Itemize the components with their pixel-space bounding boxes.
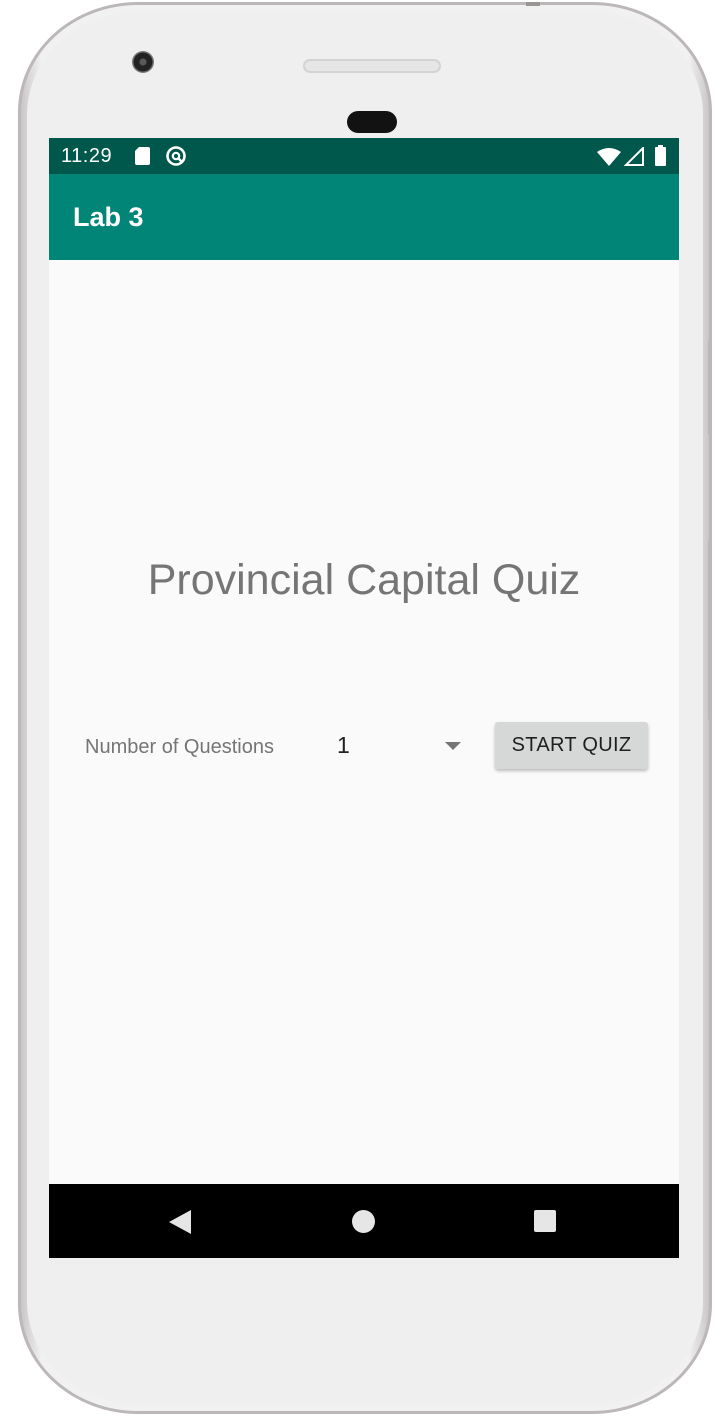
recents-icon[interactable]	[534, 1210, 556, 1232]
quiz-title: Provincial Capital Quiz	[147, 556, 581, 604]
spinner-selected-value: 1	[337, 732, 350, 758]
phone-top-button	[526, 2, 540, 6]
phone-volume-button	[708, 340, 712, 435]
start-quiz-button[interactable]: START QUIZ	[495, 722, 648, 769]
earpiece-speaker	[303, 59, 441, 73]
number-of-questions-label: Number of Questions	[85, 736, 274, 758]
app-title: Lab 3	[73, 202, 144, 232]
back-icon[interactable]	[169, 1210, 191, 1234]
phone-power-button	[708, 540, 712, 720]
sd-card-icon	[135, 147, 150, 165]
wifi-icon	[597, 148, 621, 166]
device-screen: 11:29 Lab 3 Provincial Capital Quiz Numb…	[49, 138, 679, 1258]
cell-signal-icon	[624, 147, 644, 166]
proximity-sensor	[347, 111, 397, 133]
number-of-questions-spinner[interactable]: 1	[331, 726, 471, 768]
front-camera	[132, 51, 154, 73]
sync-icon	[166, 146, 186, 166]
status-time: 11:29	[61, 145, 113, 167]
navigation-bar	[49, 1184, 679, 1258]
home-icon[interactable]	[352, 1210, 375, 1233]
app-bar: Lab 3	[49, 174, 679, 260]
status-bar: 11:29	[49, 138, 679, 174]
dropdown-arrow-icon	[445, 742, 461, 750]
battery-icon	[655, 145, 666, 166]
